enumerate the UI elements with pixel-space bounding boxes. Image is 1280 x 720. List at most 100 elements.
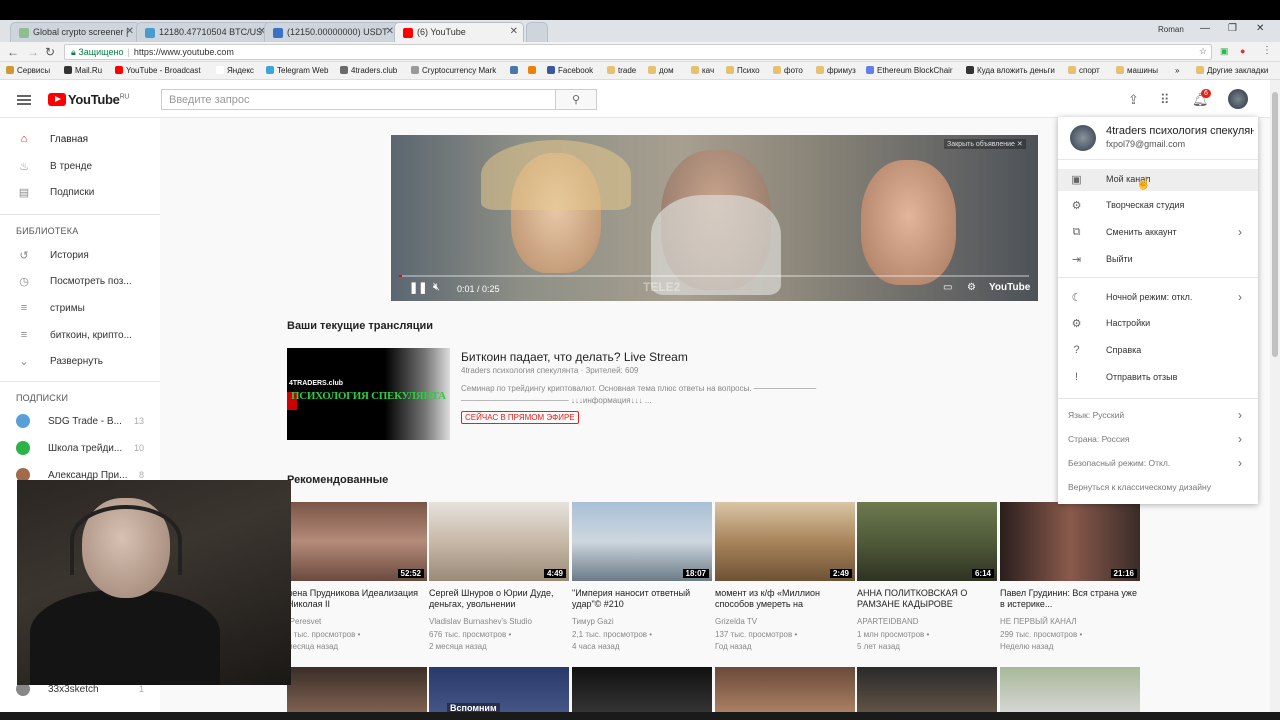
menu-option-classic-design[interactable]: Вернуться к классическому дизайну (1068, 482, 1248, 492)
bookmark-item[interactable]: машины (1116, 66, 1158, 75)
account-avatar[interactable] (1228, 89, 1248, 109)
bookmark-item[interactable]: Другие закладки (1196, 66, 1268, 75)
video-title[interactable]: "Империя наносит ответный удар"© #210 (572, 588, 712, 610)
video-card[interactable]: 4:49 Сергей Шнуров о Юрии Дуде, деньгах,… (429, 502, 569, 653)
subtitles-icon[interactable]: ▭ (943, 282, 952, 293)
bookmark-item[interactable]: 4traders.club (340, 66, 397, 75)
apps-grid-icon[interactable]: ⠿ (1160, 92, 1170, 108)
live-thumbnail[interactable]: 4TRADERS.club ПСИХОЛОГИЯ СПЕКУЛЯНТА (287, 348, 450, 440)
maximize-icon[interactable]: ❐ (1228, 23, 1237, 34)
search-button[interactable]: ⚲ (555, 89, 597, 110)
video-thumbnail[interactable]: 52:52 (287, 502, 427, 581)
sidebar-item-playlist[interactable]: ≡ биткоин, крипто... (0, 326, 160, 346)
video-card[interactable]: 6:14 АННА ПОЛИТКОВСКАЯ О РАМЗАНЕ КАДЫРОВ… (857, 502, 997, 653)
bookmark-item[interactable]: Cryptocurrency Mark (411, 66, 496, 75)
bookmark-item[interactable]: YouTube - Broadcast (115, 66, 201, 75)
menu-item-sign-out[interactable]: ⇥ Выйти (1058, 249, 1258, 271)
video-title[interactable]: Сергей Шнуров о Юрии Дуде, деньгах, увол… (429, 588, 569, 610)
bookmarks-overflow[interactable]: » (1175, 66, 1179, 75)
address-bar[interactable]: 🔒︎ Защищено | https://www.youtube.com ☆ (64, 44, 1212, 60)
video-channel[interactable]: Тимур Gazi (572, 617, 712, 626)
video-thumbnail[interactable]: 4:49 (429, 502, 569, 581)
scrollbar-thumb[interactable] (1272, 92, 1278, 357)
sidebar-item-trending[interactable]: ♨ В тренде (0, 157, 160, 177)
sidebar-item-subscriptions[interactable]: ▤ Подписки (0, 183, 160, 203)
menu-item-studio[interactable]: ⚙ Творческая студия (1058, 195, 1258, 217)
video-card[interactable]: 2:49 момент из к/ф «Миллион способов уме… (715, 502, 855, 653)
minimize-icon[interactable]: — (1200, 23, 1210, 34)
browser-tab-2[interactable]: 12180.47710504 BTC/US ✕ (136, 22, 272, 42)
bookmark-item[interactable]: Сервисы (6, 66, 50, 75)
bookmark-item[interactable]: trade (607, 66, 636, 75)
close-icon[interactable]: ✕ (126, 26, 134, 37)
sidebar-item-watch-later[interactable]: ◷ Посмотреть поз... (0, 272, 160, 292)
hamburger-menu-icon[interactable] (17, 95, 31, 105)
video-card[interactable]: 21:16 Павел Грудинин: Вся страна уже в и… (1000, 502, 1140, 653)
bookmark-item[interactable]: спорт (1068, 66, 1100, 75)
video-card[interactable]: 52:52 лена Прудникова Идеализация Никола… (287, 502, 427, 653)
menu-option-country[interactable]: Страна: Россия › (1068, 432, 1248, 446)
bookmark-item[interactable]: кач (691, 66, 714, 75)
video-title[interactable]: лена Прудникова Идеализация Николая II (287, 588, 427, 610)
search-input[interactable]: Введите запрос (161, 89, 556, 110)
browser-tab-1[interactable]: Global crypto screener | ✕ (10, 22, 140, 42)
video-title[interactable]: АННА ПОЛИТКОВСКАЯ О РАМЗАНЕ КАДЫРОВЕ (857, 588, 997, 610)
video-thumbnail[interactable]: 2:49 (715, 502, 855, 581)
video-progress-bar[interactable] (399, 275, 1029, 277)
settings-gear-icon[interactable]: ⚙ (967, 282, 976, 293)
pause-icon[interactable]: ❚❚ (409, 281, 427, 294)
menu-item-settings[interactable]: ⚙ Настройки (1058, 313, 1258, 335)
bookmark-item[interactable]: Telegram Web (266, 66, 328, 75)
bookmark-item[interactable]: Mail.Ru (64, 66, 102, 75)
youtube-brand-button[interactable]: YouTube (989, 282, 1030, 293)
new-tab-button[interactable] (526, 22, 548, 42)
sidebar-item-home[interactable]: ⌂ Главная (0, 130, 160, 150)
bookmark-ok-icon[interactable] (528, 66, 539, 75)
video-thumbnail[interactable]: 21:16 (1000, 502, 1140, 581)
youtube-logo[interactable]: YouTubeRU (48, 92, 129, 107)
menu-item-feedback[interactable]: ! Отправить отзыв (1058, 367, 1258, 389)
video-channel[interactable]: APARTEIDBAND (857, 617, 997, 626)
menu-item-dark-mode[interactable]: ☾ Ночной режим: откл. › (1058, 287, 1258, 309)
browser-tab-youtube[interactable]: (6) YouTube ✕ (394, 22, 524, 42)
close-icon[interactable]: ✕ (386, 26, 394, 37)
video-channel[interactable]: НЕ ПЕРВЫЙ КАНАЛ (1000, 617, 1140, 626)
bookmark-item[interactable]: Facebook (547, 66, 593, 75)
upload-icon[interactable]: ⇪ (1128, 92, 1139, 108)
bookmark-vk-icon[interactable] (510, 66, 521, 75)
mute-icon[interactable]: 🔇︎ (433, 281, 440, 294)
video-thumbnail[interactable]: 6:14 (857, 502, 997, 581)
bookmark-item[interactable]: Куда вложить деньги (966, 66, 1055, 75)
window-close-icon[interactable]: ✕ (1256, 23, 1264, 34)
sidebar-item-expand[interactable]: ⌄ Развернуть (0, 352, 160, 372)
video-channel[interactable]: rPeresvet (287, 617, 427, 626)
extension-icon[interactable]: ▣ (1220, 46, 1229, 57)
live-title[interactable]: Биткоин падает, что делать? Live Stream (461, 350, 688, 364)
menu-item-help[interactable]: ? Справка (1058, 340, 1258, 362)
video-card[interactable]: 18:07 "Империя наносит ответный удар"© #… (572, 502, 712, 653)
extension-icon[interactable]: ● (1240, 46, 1245, 56)
menu-option-safe-mode[interactable]: Безопасный режим: Откл. › (1068, 456, 1248, 470)
reload-icon[interactable]: ↻ (45, 45, 55, 59)
sidebar-subscription[interactable]: Школа трейди... 10 (0, 439, 160, 459)
star-icon[interactable]: ☆ (1199, 46, 1207, 57)
forward-arrow-icon[interactable]: → (27, 45, 39, 59)
menu-option-language[interactable]: Язык: Русский › (1068, 408, 1248, 422)
video-channel[interactable]: Vladislav Burnashev's Studio (429, 617, 569, 626)
video-channel[interactable]: Grizelda TV (715, 617, 855, 626)
menu-item-my-channel[interactable]: ▣ Мой канал (1058, 169, 1258, 191)
ad-close-label[interactable]: Закрыть объявление ✕ (944, 139, 1026, 149)
back-arrow-icon[interactable]: ← (7, 45, 19, 59)
menu-dots-icon[interactable]: ⋮ (1262, 45, 1272, 56)
sidebar-item-playlist[interactable]: ≡ стримы (0, 299, 160, 319)
video-title[interactable]: Павел Грудинин: Вся страна уже в истерик… (1000, 588, 1140, 610)
video-title[interactable]: момент из к/ф «Миллион способов умереть … (715, 588, 855, 610)
bookmark-item[interactable]: Ethereum BlockChair (866, 66, 953, 75)
browser-tab-3[interactable]: (12150.00000000) USDT ✕ (264, 22, 400, 42)
video-thumbnail[interactable]: 18:07 (572, 502, 712, 581)
bookmark-item[interactable]: фото (773, 66, 803, 75)
menu-item-switch-account[interactable]: ⧉ Сменить аккаунт › (1058, 222, 1258, 244)
bookmark-item[interactable]: фримуз (816, 66, 856, 75)
sidebar-subscription[interactable]: SDG Trade - B... 13 (0, 412, 160, 432)
bookmark-item[interactable]: дом (648, 66, 674, 75)
